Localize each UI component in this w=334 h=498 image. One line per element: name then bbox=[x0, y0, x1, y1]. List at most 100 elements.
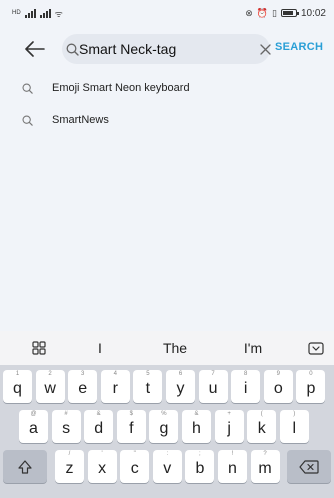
key-label: r bbox=[112, 379, 118, 397]
signal-icon-2 bbox=[39, 8, 51, 18]
list-item[interactable]: SmartNews bbox=[0, 104, 334, 136]
key-i[interactable]: 8i bbox=[231, 370, 261, 403]
shift-icon[interactable] bbox=[3, 450, 47, 483]
keyboard-toolbar: I The I'm bbox=[0, 331, 334, 365]
search-input[interactable] bbox=[79, 34, 260, 64]
vibrate-icon: ⊗ bbox=[245, 7, 253, 18]
key-hint: # bbox=[64, 411, 68, 417]
key-x[interactable]: ' x bbox=[87, 450, 117, 483]
search-box[interactable] bbox=[62, 34, 271, 64]
key-u[interactable]: 7u bbox=[198, 370, 228, 403]
key-c[interactable]: " c bbox=[120, 450, 150, 483]
key-hint: $ bbox=[129, 411, 133, 417]
key-w[interactable]: 2w bbox=[35, 370, 65, 403]
key-b[interactable]: ; b bbox=[185, 450, 215, 483]
key-a[interactable]: @ a bbox=[19, 410, 48, 443]
key-label: e bbox=[78, 379, 88, 397]
key-hint: 7 bbox=[211, 371, 215, 377]
key-y[interactable]: 6y bbox=[166, 370, 195, 403]
key-label: b bbox=[195, 459, 205, 477]
key-label: i bbox=[243, 379, 248, 397]
key-r[interactable]: 4r bbox=[100, 370, 130, 403]
key-label: w bbox=[44, 379, 56, 397]
key-q[interactable]: 1q bbox=[3, 370, 32, 403]
key-hint: ! bbox=[231, 451, 234, 457]
key-hint: 5 bbox=[146, 371, 150, 377]
key-j[interactable]: + j bbox=[214, 410, 244, 443]
key-hint: 8 bbox=[244, 371, 248, 377]
alarm-icon: ⏰ bbox=[256, 7, 269, 18]
key-hint: " bbox=[133, 451, 136, 457]
key-e[interactable]: 3e bbox=[68, 370, 98, 403]
key-h[interactable]: & h bbox=[182, 410, 211, 443]
list-item[interactable]: Emoji Smart Neon keyboard bbox=[0, 72, 334, 104]
key-m[interactable]: ? m bbox=[250, 450, 280, 483]
grid-icon[interactable] bbox=[24, 331, 54, 365]
key-s[interactable]: # s bbox=[51, 410, 81, 443]
search-icon bbox=[66, 43, 79, 56]
key-label: g bbox=[159, 419, 169, 437]
key-label: c bbox=[130, 459, 139, 477]
key-n[interactable]: ! n bbox=[218, 450, 247, 483]
key-label: v bbox=[163, 459, 172, 477]
key-hint: ? bbox=[263, 451, 267, 457]
key-hint: ' bbox=[101, 451, 103, 457]
key-hint: 0 bbox=[309, 371, 313, 377]
status-bar: HD ᯤ ⊗ ⏰ ▯ 10:02 bbox=[0, 0, 334, 26]
key-label: u bbox=[208, 379, 218, 397]
backspace-icon[interactable] bbox=[287, 450, 331, 483]
key-z[interactable]: / z bbox=[55, 450, 84, 483]
key-hint: : bbox=[166, 451, 169, 457]
key-hint: ) bbox=[293, 411, 296, 417]
key-g[interactable]: % g bbox=[149, 410, 179, 443]
key-p[interactable]: 0p bbox=[296, 370, 326, 403]
suggestion-list: Emoji Smart Neon keyboard SmartNews bbox=[0, 72, 334, 136]
back-arrow-icon[interactable] bbox=[22, 36, 48, 62]
key-hint: ; bbox=[199, 451, 201, 457]
key-hint: & bbox=[96, 411, 101, 417]
search-button[interactable]: SEARCH bbox=[275, 41, 323, 53]
key-hint: 3 bbox=[81, 371, 85, 377]
key-d[interactable]: & d bbox=[84, 410, 114, 443]
key-hint: / bbox=[68, 451, 71, 457]
nfc-icon: ᯤ bbox=[54, 8, 63, 19]
key-label: s bbox=[62, 419, 71, 437]
search-header: SEARCH bbox=[0, 28, 334, 70]
suggestion-label: SmartNews bbox=[52, 114, 109, 126]
status-time: 10:02 bbox=[300, 7, 326, 19]
key-o[interactable]: 9o bbox=[263, 370, 293, 403]
key-label: p bbox=[306, 379, 316, 397]
key-t[interactable]: 5t bbox=[133, 370, 163, 403]
key-v[interactable]: :v bbox=[152, 450, 182, 483]
key-label: l bbox=[292, 419, 297, 437]
key-hint: & bbox=[194, 411, 199, 417]
key-k[interactable]: (k bbox=[247, 410, 277, 443]
key-label: k bbox=[257, 419, 266, 437]
key-label: t bbox=[145, 379, 151, 397]
close-icon[interactable] bbox=[260, 36, 271, 62]
key-hint: 4 bbox=[113, 371, 117, 377]
signal-icon bbox=[24, 8, 36, 18]
prediction-2[interactable]: The bbox=[150, 331, 200, 365]
keyboard: I The I'm 1 q 2 w 3 e 4 r 5 t 6 y 7 u 8 i 9 o 0 p @ a # s & d $ f% g… bbox=[0, 331, 334, 498]
nfc-status-icon: ▯ bbox=[272, 7, 277, 18]
battery-icon bbox=[280, 9, 299, 17]
key-hint: % bbox=[161, 411, 167, 417]
key-label: z bbox=[65, 459, 74, 477]
key-l[interactable]: ) l bbox=[279, 410, 309, 443]
key-label: q bbox=[13, 379, 22, 397]
key-hint: 9 bbox=[276, 371, 280, 377]
key-label: a bbox=[29, 419, 38, 437]
key-hint: 6 bbox=[178, 371, 183, 377]
search-icon bbox=[22, 114, 52, 126]
prediction-3[interactable]: I'm bbox=[228, 331, 278, 365]
prediction-1[interactable]: I bbox=[80, 331, 120, 365]
key-label: m bbox=[258, 459, 272, 477]
suggestion-label: Emoji Smart Neon keyboard bbox=[52, 82, 190, 94]
carrier-label: HD bbox=[12, 10, 21, 16]
key-hint: 2 bbox=[48, 371, 52, 377]
key-label: h bbox=[192, 419, 201, 437]
key-f[interactable]: $ f bbox=[116, 410, 146, 443]
key-label: j bbox=[227, 419, 231, 437]
keyboard-hide-icon[interactable] bbox=[302, 331, 330, 365]
